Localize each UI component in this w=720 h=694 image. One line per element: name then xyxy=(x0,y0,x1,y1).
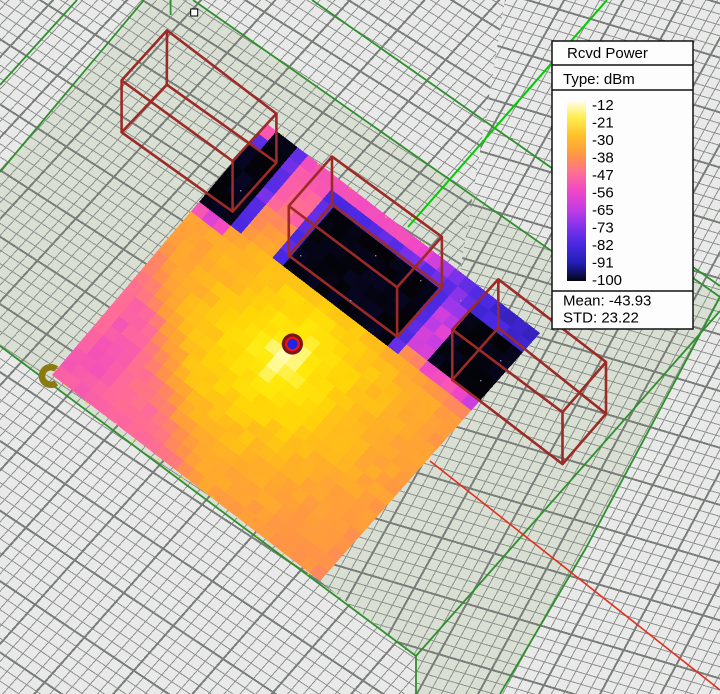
svg-text:STD: 23.22: STD: 23.22 xyxy=(563,310,639,327)
svg-text:-47: -47 xyxy=(592,167,614,184)
svg-text:-38: -38 xyxy=(592,150,614,167)
svg-text:-65: -65 xyxy=(592,202,614,219)
svg-text:-30: -30 xyxy=(592,132,614,149)
svg-text:-91: -91 xyxy=(592,255,614,272)
svg-text:Mean: -43.93: Mean: -43.93 xyxy=(563,293,651,310)
svg-text:-12: -12 xyxy=(592,97,614,114)
svg-text:-21: -21 xyxy=(592,115,614,132)
svg-text:-82: -82 xyxy=(592,237,614,254)
svg-text:-73: -73 xyxy=(592,220,614,237)
svg-text:Type: dBm: Type: dBm xyxy=(563,71,635,88)
svg-text:-100: -100 xyxy=(592,272,622,289)
svg-text:Rcvd Power: Rcvd Power xyxy=(567,45,648,62)
svg-text:-56: -56 xyxy=(592,185,614,202)
